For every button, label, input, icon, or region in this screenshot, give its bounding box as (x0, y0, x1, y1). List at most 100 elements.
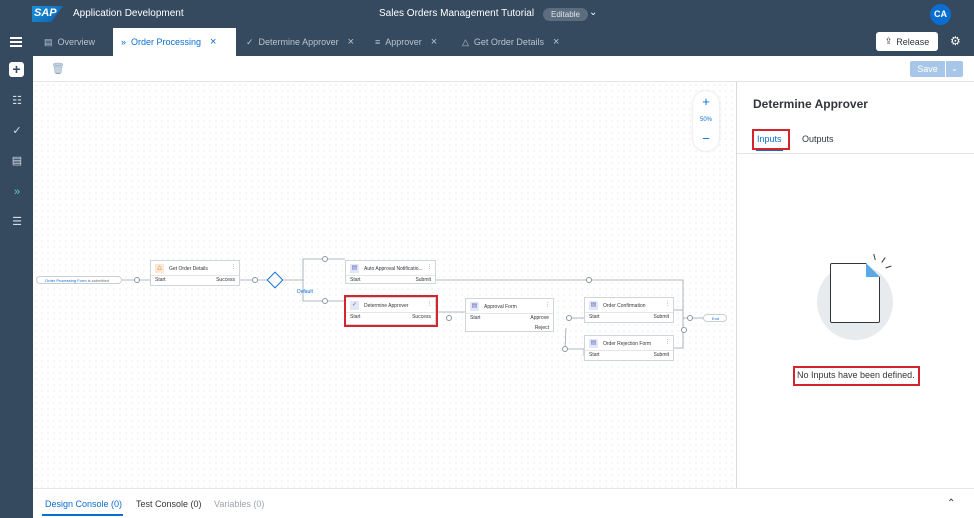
connector-dot[interactable] (562, 346, 568, 352)
tab-label: Determine Approver (258, 37, 339, 47)
more-icon[interactable]: ⋮ (545, 302, 550, 308)
tab-overview[interactable]: ▤ Overview (44, 28, 95, 56)
divider (737, 153, 974, 154)
zoom-control: + 50% − (693, 91, 719, 151)
sparkle-icon (873, 253, 876, 261)
more-icon[interactable]: ⋮ (231, 264, 236, 270)
chevron-up-icon[interactable]: ⌃ (947, 498, 955, 509)
tab-label: Get Order Details (473, 37, 544, 47)
tab-variables[interactable]: Variables (0) (214, 499, 264, 509)
action-icon: △ (155, 264, 164, 273)
node-port-out: Submit (653, 314, 669, 320)
connector-dot[interactable] (446, 315, 452, 321)
tab-test-console[interactable]: Test Console (0) (136, 499, 202, 509)
node-auto-approval-notification[interactable]: ▤ Auto Approval Notificatio... ⋮ Start S… (345, 260, 436, 284)
process-icon: » (121, 37, 127, 47)
add-icon[interactable]: + (9, 62, 24, 77)
trigger-suffix: is submitted (87, 278, 110, 283)
list-icon[interactable]: ☰ (9, 214, 25, 230)
zoom-out-button[interactable]: − (693, 131, 719, 146)
node-port-in: Start (470, 315, 481, 321)
node-port-out: Approve (530, 315, 549, 321)
tab-determine-approver[interactable]: ✓ Determine Approver × (246, 28, 354, 56)
connector-dot[interactable] (252, 277, 258, 283)
save-button[interactable]: Save (910, 61, 945, 77)
highlight-box (793, 366, 920, 386)
node-port-out-reject: Reject (534, 325, 549, 331)
trash-icon[interactable]: 🗑 (51, 62, 65, 75)
node-divider (585, 350, 673, 351)
node-port-in: Start (589, 352, 600, 358)
decision-icon: ✓ (246, 36, 254, 47)
node-order-confirmation[interactable]: ▤ Order Confirmation ⋮ Start Submit (584, 297, 674, 323)
close-icon[interactable]: × (348, 36, 354, 48)
node-title: Get Order Details (169, 266, 208, 272)
end-event[interactable]: End (703, 314, 727, 322)
release-button[interactable]: ⇪ Release (876, 32, 938, 51)
connector-dot[interactable] (566, 315, 572, 321)
canvas-toolbar: 🗑 Save ⌄ (33, 56, 974, 82)
node-order-rejection-form[interactable]: ▤ Order Rejection Form ⋮ Start Submit (584, 335, 674, 361)
avatar[interactable]: CA (930, 4, 951, 25)
tab-label: Order Processing (131, 37, 202, 47)
highlight-box (752, 129, 790, 150)
node-divider (151, 275, 239, 276)
properties-panel: Determine Approver Inputs Outputs No Inp… (736, 82, 974, 488)
sap-logo[interactable]: SAP (32, 6, 63, 22)
connector-dot[interactable] (322, 298, 328, 304)
node-title: Auto Approval Notificatio... (364, 266, 423, 272)
close-icon[interactable]: × (210, 36, 216, 48)
left-sidebar: + ☷ ✓ ▤ » ☰ (0, 56, 33, 518)
node-port-in: Start (155, 277, 166, 283)
process-icon[interactable]: » (9, 184, 25, 200)
tab-order-processing[interactable]: » Order Processing × (113, 28, 236, 56)
project-title: Sales Orders Management Tutorial (379, 8, 535, 19)
node-divider (346, 275, 435, 276)
connector-dot[interactable] (134, 277, 140, 283)
node-divider (585, 312, 673, 313)
node-port-out: Submit (653, 352, 669, 358)
close-icon[interactable]: × (553, 36, 559, 48)
tab-outputs[interactable]: Outputs (802, 134, 834, 144)
gear-icon[interactable]: ⚙ (950, 34, 961, 48)
form-icon[interactable]: ▤ (9, 153, 25, 169)
node-port-in: Start (589, 314, 600, 320)
node-divider (466, 313, 553, 314)
status-badge: Editable (543, 8, 588, 21)
sparkle-icon (881, 257, 886, 263)
active-tab-indicator (42, 514, 123, 516)
shell-bar: SAP Application Development Sales Orders… (0, 0, 974, 28)
node-title: Order Confirmation (603, 303, 646, 309)
app-title: Application Development (73, 8, 184, 19)
node-port-in: Start (350, 277, 361, 283)
hamburger-menu-icon[interactable] (10, 37, 22, 47)
node-port-out: Submit (415, 277, 431, 283)
close-icon[interactable]: × (431, 36, 437, 48)
chevron-down-icon[interactable]: ⌄ (589, 7, 597, 18)
tab-design-console[interactable]: Design Console (0) (45, 499, 122, 509)
connector-dot[interactable] (681, 327, 687, 333)
connector-dot[interactable] (322, 256, 328, 262)
zoom-level[interactable]: 50% (693, 117, 719, 123)
node-title: Approval Form (484, 304, 517, 310)
more-icon[interactable]: ⋮ (665, 301, 670, 307)
start-event[interactable]: Order Processing Form is submitted (36, 276, 122, 284)
more-icon[interactable]: ⋮ (665, 339, 670, 345)
hierarchy-icon[interactable]: ☷ (9, 93, 25, 109)
tab-get-order-details[interactable]: △ Get Order Details × (462, 28, 559, 56)
action-icon: △ (462, 36, 469, 47)
zoom-in-button[interactable]: + (693, 94, 719, 109)
more-icon[interactable]: ⋮ (427, 264, 432, 270)
chevron-down-icon[interactable]: ⌄ (946, 61, 963, 77)
connector-dot[interactable] (586, 277, 592, 283)
form-icon: ▤ (470, 302, 479, 311)
node-approval-form[interactable]: ▤ Approval Form ⋮ Start Approve Reject (465, 298, 554, 332)
upload-icon: ⇪ (884, 36, 893, 46)
decision-icon[interactable]: ✓ (9, 123, 25, 139)
tab-approver[interactable]: ≡ Approver × (375, 28, 437, 56)
node-get-order-details[interactable]: △ Get Order Details ⋮ Start Success (150, 260, 240, 286)
panel-title: Determine Approver (753, 97, 868, 111)
process-canvas[interactable]: Order Processing Form is submitted △ Get… (33, 82, 736, 488)
connector-dot[interactable] (687, 315, 693, 321)
highlight-box (344, 295, 438, 327)
